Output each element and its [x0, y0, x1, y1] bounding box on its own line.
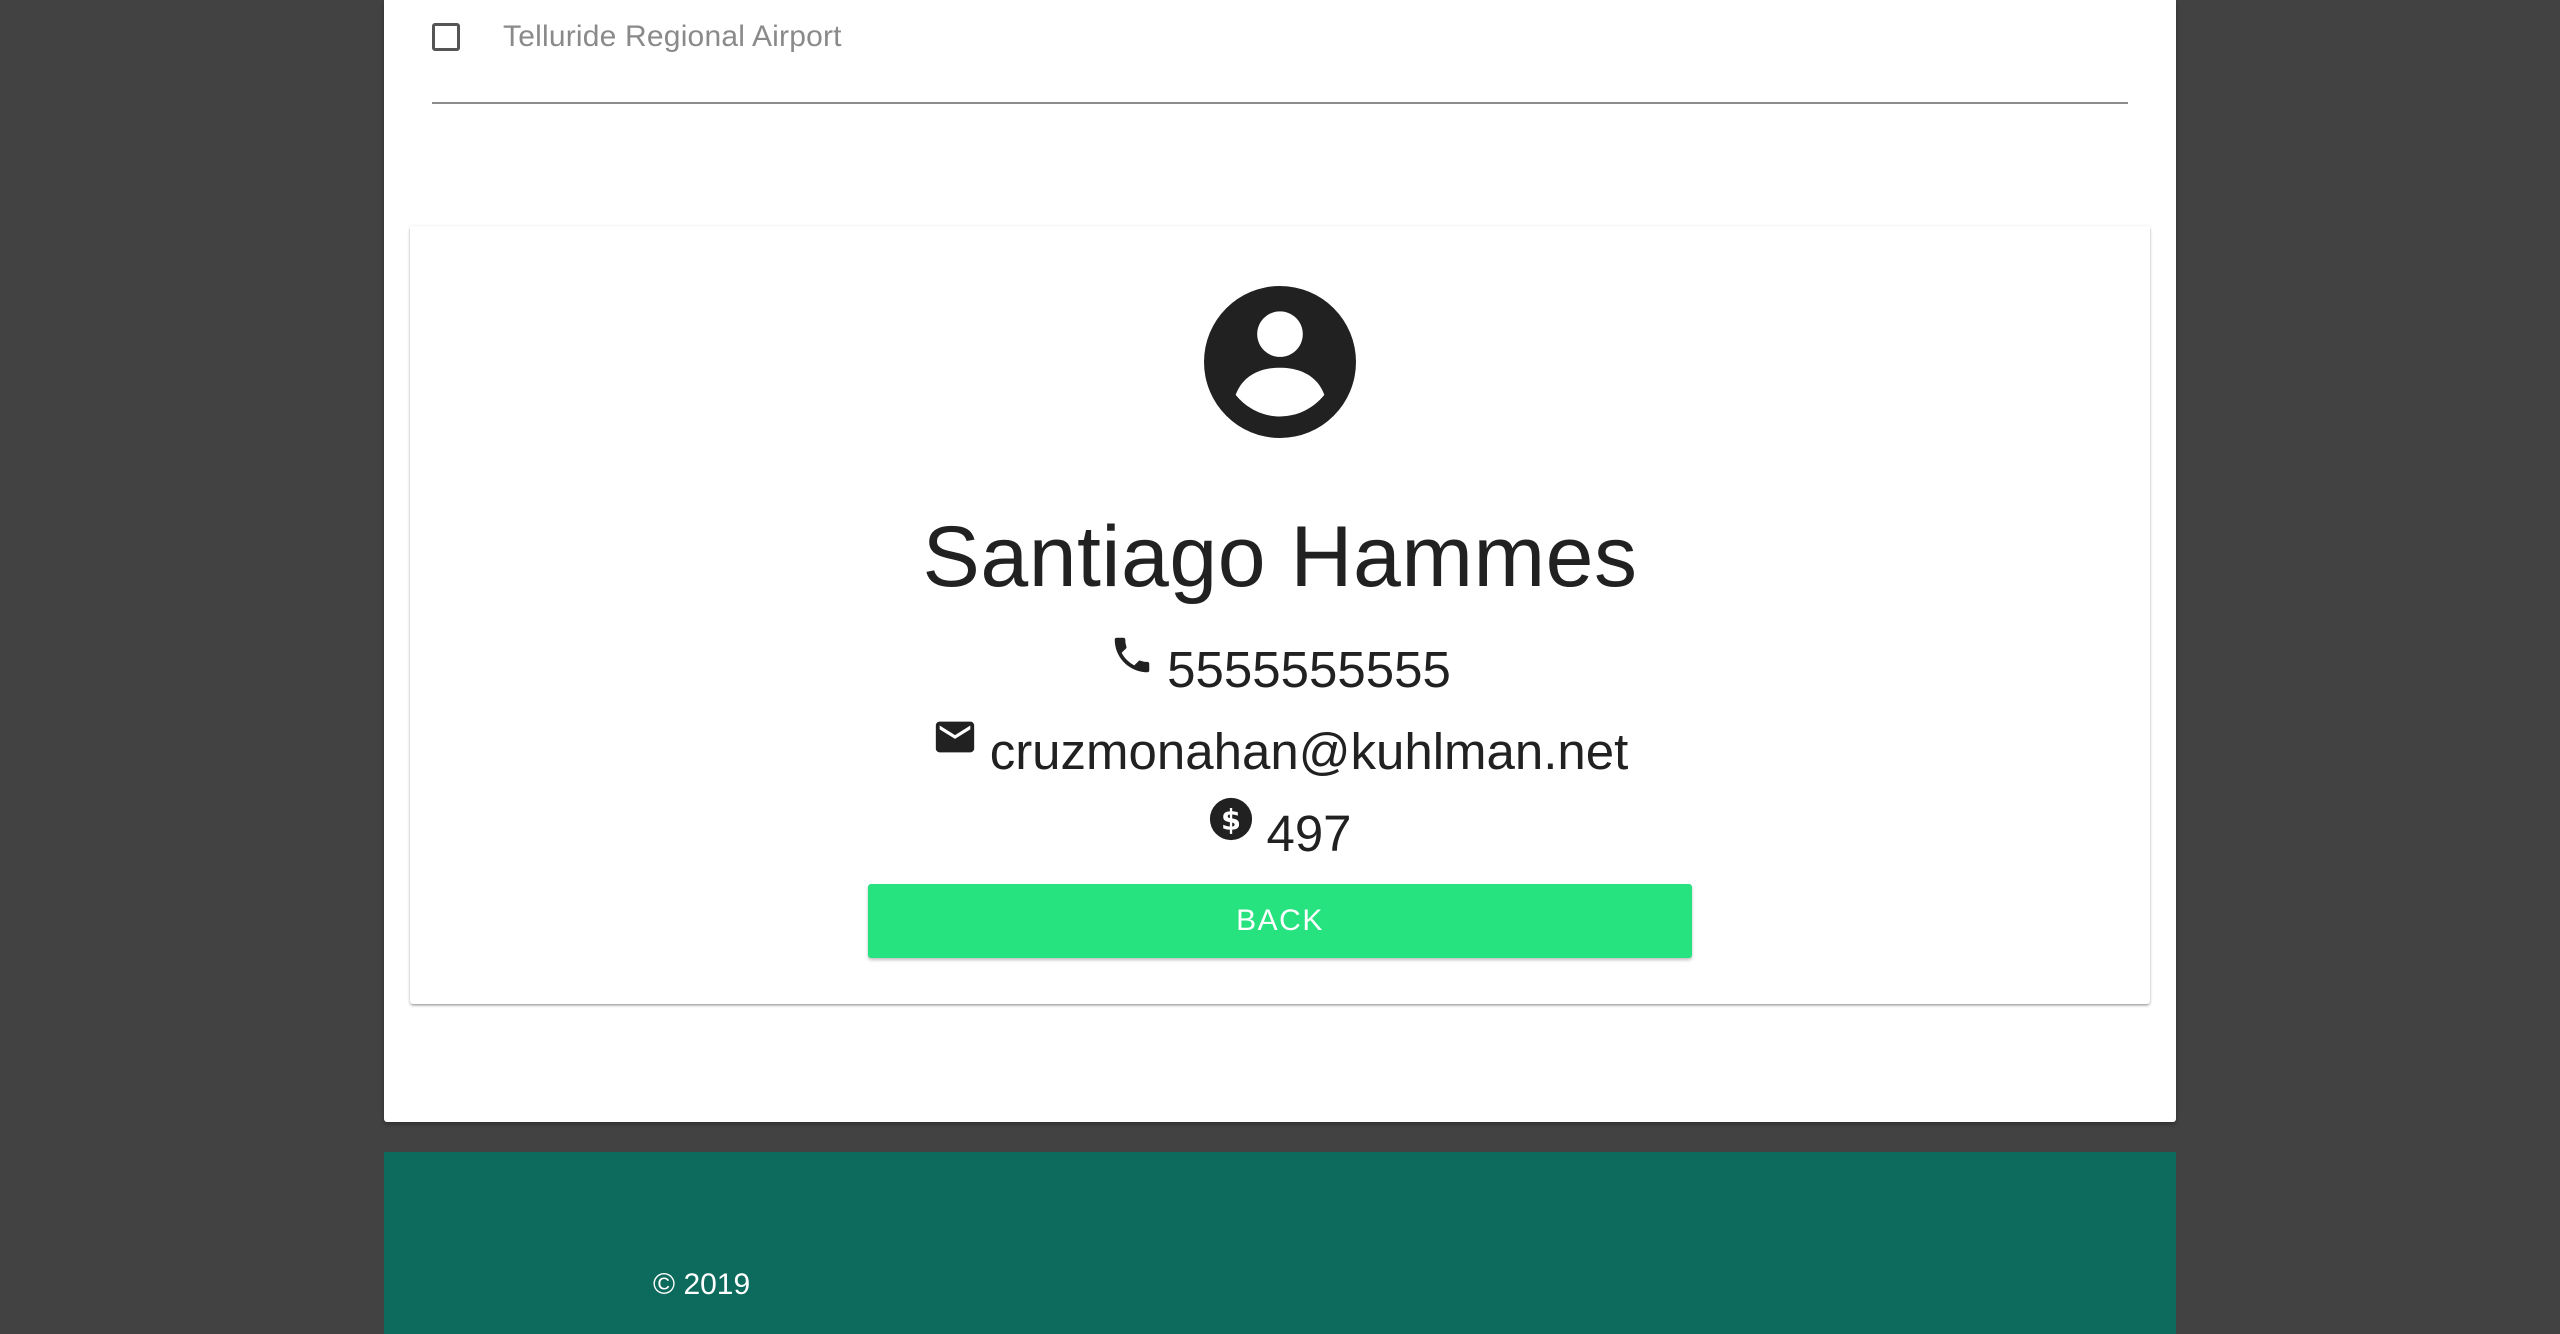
airport-checkbox-label: Telluride Regional Airport: [503, 20, 842, 53]
email-icon: [935, 721, 974, 753]
email-value: cruzmonahan@kuhlman.net: [989, 723, 1629, 780]
dollar-circle-icon: $: [1210, 797, 1253, 841]
balance-line: $ 497: [410, 797, 2150, 862]
footer-copyright: © 2019: [653, 1268, 751, 1301]
airport-checkbox[interactable]: [432, 23, 460, 51]
main-content-sheet: Telluride Regional Airport Santiago Hamm…: [384, 0, 2176, 1122]
profile-card: Santiago Hammes 5555555555 cruzmonahan@k…: [410, 226, 2150, 1004]
email-line: cruzmonahan@kuhlman.net: [410, 721, 2150, 780]
phone-value: 5555555555: [1167, 641, 1451, 698]
footer: © 2019: [384, 1152, 2176, 1334]
back-button[interactable]: BACK: [868, 884, 1692, 958]
profile-name: Santiago Hammes: [922, 509, 1638, 605]
account-circle-icon: [1204, 286, 1356, 438]
field-underline: [432, 102, 2128, 104]
airport-filter-option[interactable]: Telluride Regional Airport: [432, 18, 842, 56]
balance-value: 497: [1266, 805, 1352, 862]
phone-icon: [1114, 637, 1150, 673]
phone-line: 5555555555: [410, 637, 2150, 698]
svg-text:$: $: [1221, 802, 1241, 836]
